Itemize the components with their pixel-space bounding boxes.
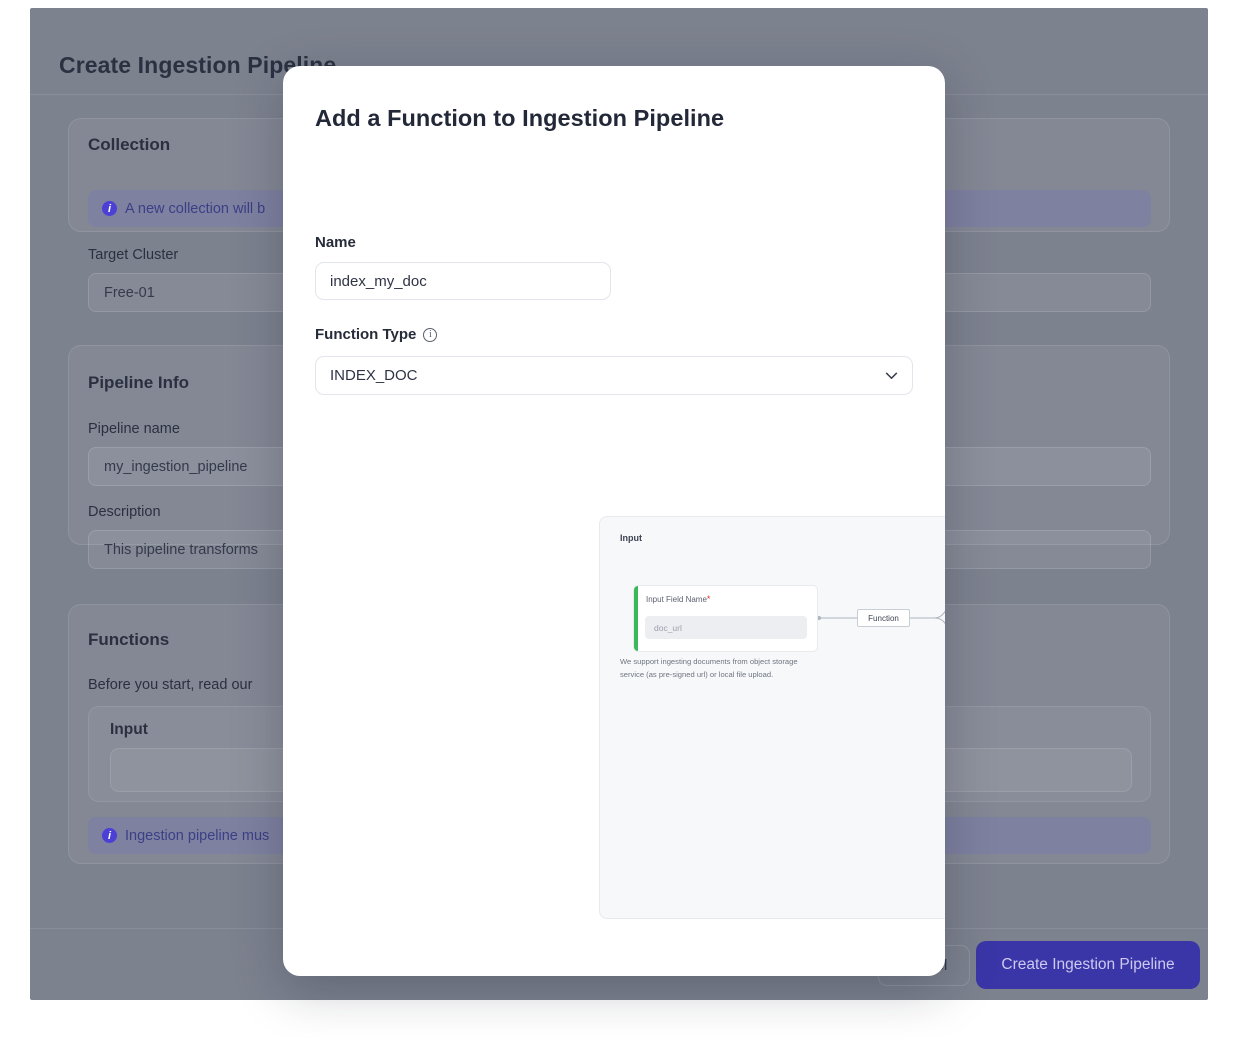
info-icon: i: [102, 201, 117, 216]
functions-input-label: Input: [110, 721, 148, 738]
input-node-accent-bar: [634, 586, 638, 651]
chevron-down-icon: [885, 372, 898, 379]
add-function-modal: Add a Function to Ingestion Pipeline Nam…: [283, 66, 945, 976]
functions-intro: Before you start, read our: [88, 677, 253, 693]
description-label: Description: [88, 504, 161, 520]
function-type-label: Function Type i: [315, 326, 438, 343]
name-label-text: Name: [315, 234, 356, 251]
function-type-label-text: Function Type: [315, 326, 417, 343]
collection-heading: Collection: [88, 135, 171, 154]
collection-alert-text: A new collection will b: [125, 200, 266, 217]
info-icon[interactable]: i: [423, 327, 438, 342]
name-label: Name: [315, 234, 356, 251]
modal-title: Add a Function to Ingestion Pipeline: [315, 105, 725, 131]
function-type-select[interactable]: INDEX_DOC: [315, 356, 913, 395]
input-field-label-text: Input Field Name: [646, 595, 707, 604]
target-cluster-label: Target Cluster: [88, 247, 179, 263]
functions-heading: Functions: [88, 630, 170, 649]
diagram-input-node[interactable]: Input Field Name* doc_url: [633, 585, 818, 652]
connector-edges: [817, 610, 945, 625]
required-asterisk: *: [706, 594, 711, 604]
create-ingestion-pipeline-button[interactable]: Create Ingestion Pipeline: [976, 941, 1200, 989]
name-input[interactable]: index_my_doc: [315, 262, 611, 300]
input-field-value[interactable]: doc_url: [645, 616, 807, 639]
pipeline-info-heading: Pipeline Info: [88, 373, 190, 392]
diagram-input-heading: Input: [620, 533, 642, 543]
pipeline-name-label: Pipeline name: [88, 421, 180, 437]
function-flow-diagram: Input Output Input Field Name* doc_url F…: [599, 516, 945, 919]
functions-alert-text: Ingestion pipeline mus: [125, 827, 270, 844]
info-icon: i: [102, 828, 117, 843]
diagram-function-node[interactable]: Function: [857, 609, 910, 627]
function-type-value: INDEX_DOC: [330, 367, 418, 384]
input-field-label: Input Field Name*: [646, 594, 710, 604]
input-note: We support ingesting documents from obje…: [620, 657, 798, 679]
